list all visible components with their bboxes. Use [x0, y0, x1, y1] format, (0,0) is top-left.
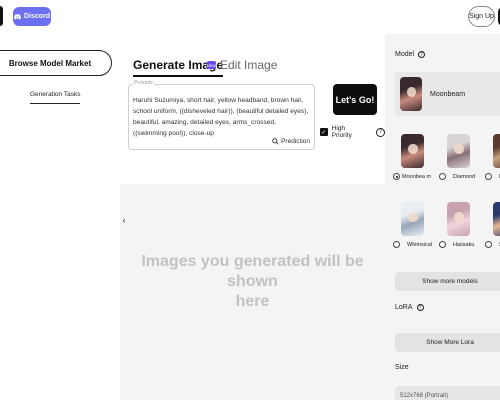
model-option[interactable]: Seaside [485, 202, 500, 249]
model-radio[interactable] [393, 173, 400, 180]
tab-edit-label: Edit Image [220, 58, 278, 72]
size-section-label: Size [395, 364, 409, 371]
model-option[interactable]: Hassaku [439, 202, 479, 249]
discord-button[interactable]: Discord [13, 7, 51, 26]
selected-model-card[interactable]: Moonbeam [395, 72, 500, 116]
model-option[interactable]: Whimsical [393, 202, 433, 249]
model-radio[interactable] [485, 241, 492, 248]
collapse-sidebar-button[interactable]: ‹ [120, 205, 128, 235]
model-section-label: Model ? [395, 51, 426, 58]
model-name: Whimsical [407, 242, 433, 248]
empty-state-message: Images you generated will be shown here [130, 252, 375, 312]
model-radio-row: Neverland [485, 173, 500, 181]
model-radio[interactable] [439, 173, 446, 180]
model-name: Hassaku [453, 242, 475, 248]
model-thumbnail[interactable] [447, 202, 470, 236]
prompt-input[interactable]: Prompts Haruhi Suzumiya, short hair, yel… [128, 80, 315, 150]
character-face [406, 86, 416, 98]
model-label: Model [395, 51, 415, 58]
edit-image-icon: NEW [206, 61, 217, 69]
model-name: Diamond [453, 174, 476, 180]
character-face [453, 143, 464, 155]
show-more-models-button[interactable]: Show more models [395, 272, 500, 291]
high-priority-row: ✓ High Priority ? [320, 125, 386, 139]
discord-label: Discord [23, 13, 51, 20]
generation-tasks-link[interactable]: Generation Tasks [30, 91, 81, 104]
model-thumbnail[interactable] [447, 134, 470, 168]
top-bar: Discord Sign Up [0, 0, 500, 34]
prediction-button[interactable]: Prediction [272, 138, 310, 145]
question-icon[interactable]: ? [418, 51, 426, 58]
show-more-lora-button[interactable]: Show More Lora [395, 333, 500, 352]
prompt-label: Prompts [133, 80, 154, 86]
model-option[interactable]: Diamond [439, 134, 479, 181]
model-radio[interactable] [485, 173, 492, 180]
tab-edit-image[interactable]: NEW Edit Image [206, 58, 278, 72]
lora-section-label: LoRA ? [395, 304, 424, 311]
logo[interactable] [0, 6, 3, 26]
model-radio[interactable] [393, 241, 400, 248]
model-thumbnail[interactable] [401, 134, 424, 168]
sign-up-button[interactable]: Sign Up [468, 6, 495, 27]
settings-panel: Model ? Moonbeam Moonbea m Diamond Neverla… [385, 34, 500, 400]
prediction-label: Prediction [281, 138, 310, 145]
character-face [407, 211, 418, 223]
lets-go-button[interactable]: Let's Go! [333, 84, 377, 115]
question-icon[interactable]: ? [416, 304, 424, 311]
generation-panel: Generate Image NEW Edit Image Prompts Ha… [120, 34, 386, 184]
size-select[interactable]: 512x768 (Portrait) [395, 386, 500, 400]
question-icon[interactable]: ? [376, 127, 386, 137]
character-face [407, 143, 418, 155]
model-option[interactable]: Moonbea m [393, 134, 433, 181]
main-area: Generate Image NEW Edit Image Prompts Ha… [120, 34, 386, 400]
model-radio-row: Moonbea m [393, 173, 433, 181]
high-priority-label: High Priority [331, 125, 352, 139]
magnifier-icon [272, 138, 279, 145]
model-radio[interactable] [439, 241, 446, 248]
model-radio-row: Seaside [485, 241, 500, 249]
empty-line-2: here [235, 293, 270, 310]
model-radio-row: Hassaku [439, 241, 479, 249]
prompt-text[interactable]: Haruhi Suzumiya, short hair, yellow head… [133, 95, 310, 139]
selected-model-thumbnail [400, 77, 422, 111]
selected-model-name: Moonbeam [430, 90, 466, 98]
lora-label: LoRA [395, 304, 413, 311]
left-sidebar: Browse Model Market Generation Tasks [0, 34, 120, 400]
model-thumbnail[interactable] [401, 202, 424, 236]
model-radio-row: Diamond [439, 173, 479, 181]
model-thumbnail[interactable] [493, 134, 500, 168]
model-option[interactable]: Neverland [485, 134, 500, 181]
browse-model-market-button[interactable]: Browse Model Market [0, 50, 112, 76]
discord-icon [13, 13, 21, 19]
size-label: Size [395, 364, 409, 371]
model-radio-row: Whimsical [393, 241, 433, 249]
empty-line-1: Images you generated will be shown [141, 253, 364, 290]
model-name: Moonbea m [402, 174, 432, 180]
model-thumbnail[interactable] [493, 202, 500, 236]
high-priority-checkbox[interactable]: ✓ [320, 128, 328, 136]
character-face [453, 211, 464, 223]
